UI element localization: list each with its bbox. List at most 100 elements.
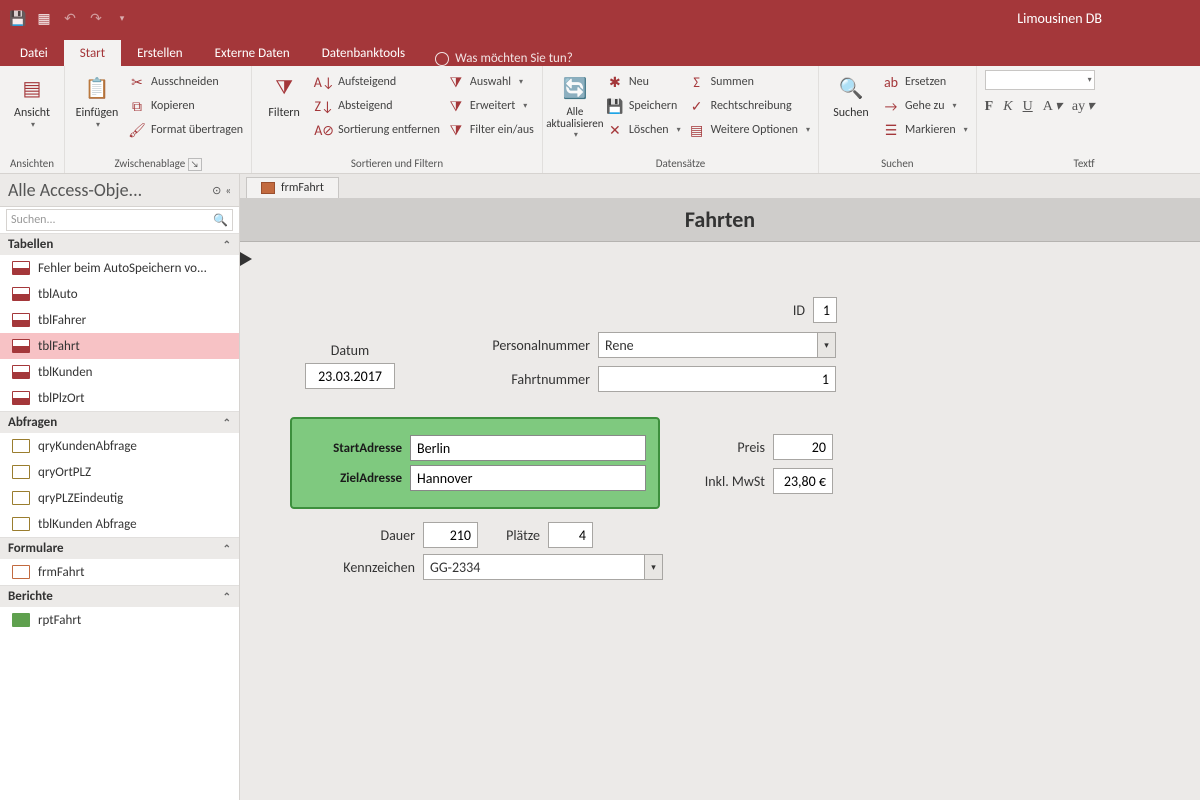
save-icon[interactable]: 💾 [8, 8, 28, 28]
grid-icon[interactable]: ▦ [34, 8, 54, 28]
nav-item-form[interactable]: frmFahrt [0, 559, 239, 585]
nav-filter-icon[interactable]: ⊙ [212, 184, 221, 197]
search-icon: 🔍 [213, 213, 228, 228]
tab-db-tools[interactable]: Datenbanktools [306, 40, 421, 66]
nav-collapse-icon[interactable]: « [225, 184, 231, 197]
find-button[interactable]: 🔍 Suchen [827, 70, 875, 122]
nav-item-query[interactable]: qryKundenAbfrage [0, 433, 239, 459]
nav-item-table[interactable]: tblAuto [0, 281, 239, 307]
redo-icon[interactable]: ↷ [86, 8, 106, 28]
nav-item-table[interactable]: Fehler beim AutoSpeichern vo... [0, 255, 239, 281]
save-record-button[interactable]: 💾Speichern [607, 96, 681, 116]
nav-item-query[interactable]: qryPLZEindeutig [0, 485, 239, 511]
nav-item-table[interactable]: tblFahrer [0, 307, 239, 333]
bold-button[interactable]: F [985, 99, 994, 115]
field-zieladresse[interactable] [410, 465, 646, 491]
field-dauer[interactable] [423, 522, 478, 548]
group-text-formatting: ▾ F K U A▾ ay▾ Textf [977, 66, 1103, 173]
refresh-all-button[interactable]: 🔄 Alle aktualisieren ▾ [551, 70, 599, 142]
filter-button[interactable]: ⧩ Filtern [260, 70, 308, 122]
refresh-label: Alle aktualisieren [546, 106, 603, 130]
field-fahrtnummer[interactable] [598, 366, 836, 392]
query-icon [12, 465, 30, 479]
undo-icon[interactable]: ↶ [60, 8, 80, 28]
tab-external-data[interactable]: Externe Daten [199, 40, 306, 66]
select-button[interactable]: ☰Markieren▾ [883, 120, 968, 140]
chevron-up-icon: ⌃ [223, 238, 231, 251]
tab-file[interactable]: Datei [4, 40, 64, 66]
field-personalnummer[interactable]: Rene ▾ [598, 332, 836, 358]
form-body: ID Datum Personalnummer Rene ▾ Fahrtnumm… [240, 242, 1200, 292]
field-id[interactable] [813, 297, 837, 323]
table-icon [12, 313, 30, 327]
views-button[interactable]: ▤ Ansicht ▾ [8, 70, 56, 132]
copy-button[interactable]: ⧉Kopieren [129, 96, 243, 116]
group-label-records: Datensätze [551, 155, 810, 173]
tell-me-search[interactable]: Was möchten Sie tun? [435, 51, 573, 66]
highlight-button[interactable]: ay▾ [1072, 98, 1094, 115]
font-color-button[interactable]: A▾ [1043, 98, 1062, 115]
selection-filter-button[interactable]: ⧩Auswahl▾ [448, 72, 534, 92]
nav-pane-header[interactable]: Alle Access-Obje... ⊙« [0, 174, 239, 207]
format-painter-button[interactable]: 🖌Format übertragen [129, 120, 243, 140]
doc-tab-label: frmFahrt [281, 181, 324, 195]
advanced-filter-button[interactable]: ⧩Erweitert▾ [448, 96, 534, 116]
nav-search-input[interactable]: Suchen... 🔍 [6, 209, 233, 231]
sort-desc-button[interactable]: Z↓Absteigend [316, 96, 440, 116]
nav-section-tables[interactable]: Tabellen⌃ [0, 233, 239, 255]
field-plaetze[interactable] [548, 522, 593, 548]
replace-button[interactable]: abErsetzen [883, 72, 968, 92]
delete-record-button[interactable]: ✕Löschen▾ [607, 120, 681, 140]
doc-tab-frmfahrt[interactable]: frmFahrt [246, 177, 339, 198]
nav-section-forms[interactable]: Formulare⌃ [0, 537, 239, 559]
nav-item-table[interactable]: tblKunden [0, 359, 239, 385]
remove-sort-button[interactable]: A⊘Sortierung entfernen [316, 120, 440, 140]
new-icon: ✱ [607, 74, 623, 90]
delete-icon: ✕ [607, 122, 623, 138]
window-title: Limousinen DB [132, 10, 1192, 27]
nav-item-table-selected[interactable]: tblFahrt [0, 333, 239, 359]
tab-start[interactable]: Start [64, 40, 121, 66]
nav-section-reports[interactable]: Berichte⌃ [0, 585, 239, 607]
form-title: Fahrten [240, 198, 1200, 242]
cut-button[interactable]: ✂Ausschneiden [129, 72, 243, 92]
address-group: StartAdresse ZielAdresse [290, 417, 660, 509]
main-area: Alle Access-Obje... ⊙« Suchen... 🔍 Tabel… [0, 174, 1200, 800]
toggle-filter-button[interactable]: ⧩Filter ein/aus [448, 120, 534, 140]
tab-create[interactable]: Erstellen [121, 40, 199, 66]
title-bar: 💾 ▦ ↶ ↷ ▾ Limousinen DB [0, 0, 1200, 36]
nav-item-query[interactable]: tblKunden Abfrage [0, 511, 239, 537]
field-startadresse[interactable] [410, 435, 646, 461]
label-dauer: Dauer [355, 527, 415, 544]
nav-item-report[interactable]: rptFahrt [0, 607, 239, 633]
spelling-button[interactable]: ✓Rechtschreibung [689, 96, 810, 116]
nav-item-table[interactable]: tblPlzOrt [0, 385, 239, 411]
italic-button[interactable]: K [1003, 99, 1012, 115]
totals-button[interactable]: ΣSummen [689, 72, 810, 92]
nav-search-placeholder: Suchen... [11, 213, 56, 227]
ribbon-tabs: Datei Start Erstellen Externe Daten Date… [0, 36, 1200, 66]
underline-button[interactable]: U [1023, 99, 1033, 115]
paste-button[interactable]: 📋 Einfügen ▾ [73, 70, 121, 132]
goto-button[interactable]: →Gehe zu▾ [883, 96, 968, 116]
label-datum: Datum [300, 342, 400, 359]
field-inklmwst[interactable] [773, 468, 833, 494]
replace-icon: ab [883, 74, 899, 90]
magnifier-icon: 🔍 [835, 72, 867, 104]
nav-section-queries[interactable]: Abfragen⌃ [0, 411, 239, 433]
nav-item-query[interactable]: qryOrtPLZ [0, 459, 239, 485]
more-icon: ▤ [689, 122, 705, 138]
funnel-small-icon: ⧩ [448, 74, 464, 90]
qat-customize-icon[interactable]: ▾ [112, 8, 132, 28]
field-datum[interactable] [305, 363, 395, 389]
sort-asc-button[interactable]: A↓Aufsteigend [316, 72, 440, 92]
field-preis[interactable] [773, 434, 833, 460]
copy-icon: ⧉ [129, 98, 145, 114]
new-record-button[interactable]: ✱Neu [607, 72, 681, 92]
table-icon [12, 261, 30, 275]
font-name-combo[interactable]: ▾ [985, 70, 1095, 90]
more-options-button[interactable]: ▤Weitere Optionen▾ [689, 120, 810, 140]
datasheet-view-icon: ▤ [16, 72, 48, 104]
label-fahrtnummer: Fahrtnummer [460, 371, 590, 388]
field-kennzeichen[interactable]: GG-2334 ▾ [423, 554, 663, 580]
